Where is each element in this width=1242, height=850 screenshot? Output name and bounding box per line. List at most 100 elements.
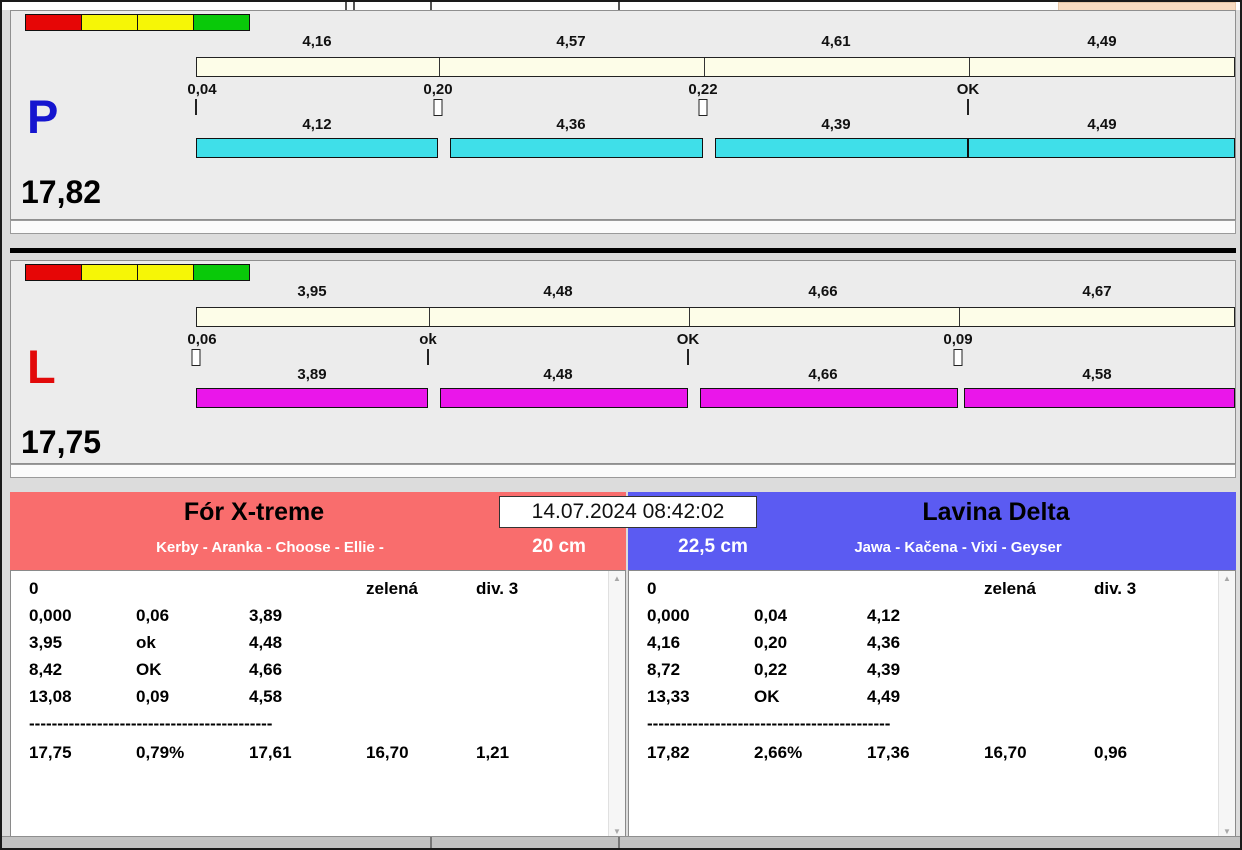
gate-time-label: 0,09 <box>943 331 973 348</box>
split-time-label: 4,57 <box>556 33 586 50</box>
run-bar-segment <box>700 388 958 408</box>
summary-diff: 1,21 <box>476 743 510 762</box>
window-edge-tick <box>430 837 432 848</box>
split-time-label: 4,16 <box>302 33 332 50</box>
legend-yellow-box-1 <box>81 264 138 281</box>
result-row: 8,42 OK 4,66 <box>11 660 605 687</box>
results-panel-right[interactable]: 0 zelená div. 3 0,000 0,04 4,12 4,16 0,2… <box>628 570 1236 840</box>
legend-green-box <box>193 264 250 281</box>
result-cell: 4,58 <box>249 687 283 706</box>
run-bar-segment <box>450 138 703 158</box>
split-bar <box>196 57 1235 77</box>
lane-p-status-strip <box>10 220 1236 234</box>
window-edge-tick <box>345 2 347 10</box>
result-cell: 4,39 <box>867 660 901 679</box>
gate-marker-box <box>433 99 443 116</box>
result-cell: OK <box>136 660 162 679</box>
summary-net: 17,61 <box>249 743 292 762</box>
window-edge-tick <box>353 2 355 10</box>
leg-time-label: 4,49 <box>1087 116 1117 133</box>
result-cell: 3,89 <box>249 606 283 625</box>
result-cell: 0,06 <box>136 606 170 625</box>
window-edge-tick <box>618 837 620 848</box>
summary-row: 17,82 2,66% 17,36 16,70 0,96 <box>629 743 1215 770</box>
leg-time-label: 4,39 <box>821 116 851 133</box>
gate-time-label: 0,20 <box>423 81 453 98</box>
leg-time-label: 4,12 <box>302 116 332 133</box>
summary-percent: 2,66% <box>754 743 803 762</box>
legend-red-box <box>25 264 82 281</box>
scroll-up-icon[interactable]: ▲ <box>1219 574 1235 583</box>
gate-time-label: 0,04 <box>187 81 217 98</box>
timing-app-window: P 4,16 4,57 4,61 4,49 0,04 0,20 0,22 OK … <box>0 0 1242 850</box>
summary-reference: 16,70 <box>366 743 409 762</box>
scroll-down-icon[interactable]: ▼ <box>609 827 625 836</box>
split-bar-divider <box>689 308 690 326</box>
split-bar-divider <box>439 58 440 76</box>
jump-height-left: 20 cm <box>532 536 586 557</box>
legend-red-box <box>25 14 82 31</box>
team-members-right: Jawa - Kačena - Vixi - Geyser <box>854 539 1062 556</box>
summary-reference: 16,70 <box>984 743 1027 762</box>
summary-diff: 0,96 <box>1094 743 1128 762</box>
split-time-label: 4,48 <box>543 283 573 300</box>
leg-time-label: 3,89 <box>297 366 327 383</box>
legend-yellow-box-2 <box>137 264 194 281</box>
total-time-l: 17,75 <box>21 424 102 460</box>
result-row: 0 zelená div. 3 <box>629 579 1215 606</box>
result-cell: 0,000 <box>29 606 72 625</box>
result-cell: ok <box>136 633 156 652</box>
status-legend <box>25 14 250 31</box>
result-row: 8,72 0,22 4,39 <box>629 660 1215 687</box>
scrollbar[interactable]: ▲ ▼ <box>1218 571 1235 839</box>
split-bar-divider <box>959 308 960 326</box>
lane-letter-l: L <box>27 340 56 393</box>
separator-dashes: ----------------------------------------… <box>647 714 891 733</box>
gate-marker-box <box>191 349 201 366</box>
run-bar-segment <box>964 388 1235 408</box>
result-cell: 0,09 <box>136 687 170 706</box>
result-cell: div. 3 <box>476 579 519 598</box>
run-bar-segment <box>440 388 688 408</box>
scroll-up-icon[interactable]: ▲ <box>609 574 625 583</box>
gate-tick <box>195 99 197 115</box>
summary-percent: 0,79% <box>136 743 185 762</box>
result-cell: 0 <box>29 579 39 598</box>
legend-yellow-box-2 <box>137 14 194 31</box>
result-row: 3,95 ok 4,48 <box>11 633 605 660</box>
result-cell: 13,33 <box>647 687 690 706</box>
split-time-label: 4,49 <box>1087 33 1117 50</box>
split-time-label: 3,95 <box>297 283 327 300</box>
leg-time-label: 4,36 <box>556 116 586 133</box>
result-cell: OK <box>754 687 780 706</box>
summary-net: 17,36 <box>867 743 910 762</box>
gate-tick <box>427 349 429 365</box>
result-cell: 4,16 <box>647 633 681 652</box>
gate-time-label: 0,22 <box>688 81 718 98</box>
separator-dashes: ----------------------------------------… <box>29 714 273 733</box>
split-bar-divider <box>704 58 705 76</box>
result-cell: 0,04 <box>754 606 788 625</box>
legend-yellow-box-1 <box>81 14 138 31</box>
result-cell: 4,49 <box>867 687 901 706</box>
scrollbar[interactable]: ▲ ▼ <box>608 571 625 839</box>
gate-time-label: OK <box>956 81 980 98</box>
summary-total: 17,75 <box>29 743 72 762</box>
lane-divider <box>10 248 1236 253</box>
results-panel-left[interactable]: 0 zelená div. 3 0,000 0,06 3,89 3,95 ok … <box>10 570 626 840</box>
leg-time-label: 4,48 <box>543 366 573 383</box>
result-cell: 8,42 <box>29 660 63 679</box>
datetime-display: 14.07.2024 08:42:02 <box>499 496 757 528</box>
scroll-down-icon[interactable]: ▼ <box>1219 827 1235 836</box>
gate-marker-box <box>953 349 963 366</box>
result-row: 13,08 0,09 4,58 <box>11 687 605 714</box>
result-cell: 4,36 <box>867 633 901 652</box>
result-row: 0,000 0,04 4,12 <box>629 606 1215 633</box>
summary-total: 17,82 <box>647 743 690 762</box>
result-row: 4,16 0,20 4,36 <box>629 633 1215 660</box>
split-time-label: 4,67 <box>1082 283 1112 300</box>
team-name-left: Fór X-treme <box>183 498 325 526</box>
separator-row: ----------------------------------------… <box>11 714 605 741</box>
result-row: 0 zelená div. 3 <box>11 579 605 606</box>
lane-p: P 4,16 4,57 4,61 4,49 0,04 0,20 0,22 OK … <box>10 10 1236 220</box>
